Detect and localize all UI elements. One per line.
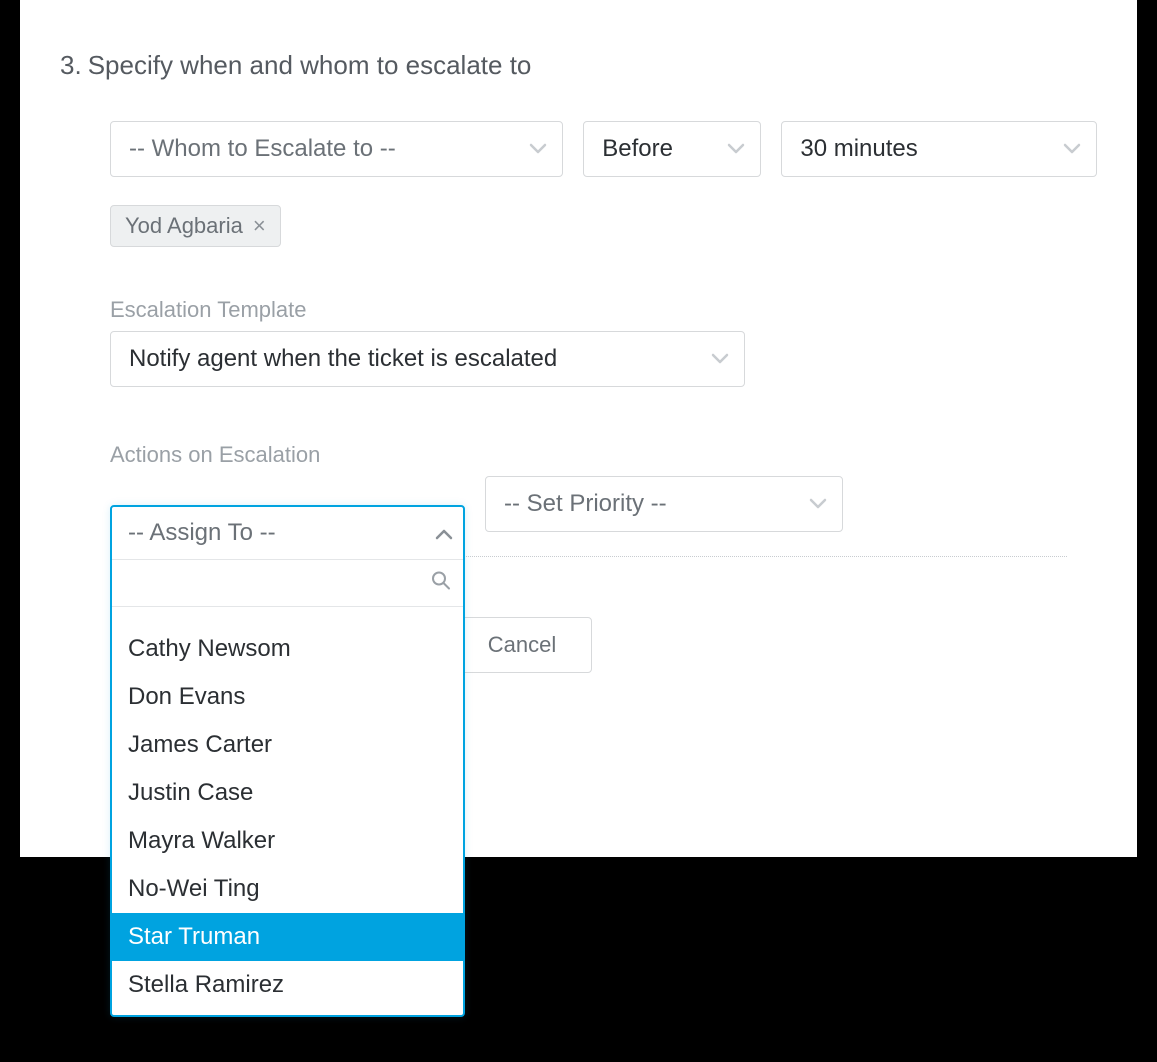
chevron-down-icon bbox=[726, 139, 746, 159]
timing-value: Before bbox=[602, 135, 673, 163]
template-label: Escalation Template bbox=[110, 297, 1097, 323]
assign-to-dropdown: -- Assign To -- Cathy NewsomDon EvansJam… bbox=[110, 505, 465, 1017]
escalate-row: -- Whom to Escalate to -- Before 30 minu… bbox=[110, 121, 1097, 177]
assign-to-placeholder: -- Assign To -- bbox=[128, 519, 276, 547]
chevron-down-icon bbox=[528, 139, 548, 159]
dropdown-search-row bbox=[112, 559, 463, 607]
duration-select[interactable]: 30 minutes bbox=[781, 121, 1097, 177]
escalatee-chip: Yod Agbaria × bbox=[110, 205, 281, 247]
selected-escalatees: Yod Agbaria × bbox=[110, 205, 1097, 247]
dropdown-option[interactable]: Cathy Newsom bbox=[112, 625, 463, 673]
actions-label: Actions on Escalation bbox=[110, 442, 1097, 468]
escalation-template-value: Notify agent when the ticket is escalate… bbox=[129, 345, 557, 373]
search-icon bbox=[431, 571, 451, 596]
dropdown-option[interactable]: James Carter bbox=[112, 721, 463, 769]
whom-to-escalate-select[interactable]: -- Whom to Escalate to -- bbox=[110, 121, 563, 177]
remove-chip-icon[interactable]: × bbox=[253, 215, 266, 237]
step-heading: 3.Specify when and whom to escalate to bbox=[60, 50, 1097, 81]
whom-to-escalate-placeholder: -- Whom to Escalate to -- bbox=[129, 135, 396, 163]
assign-to-select-header[interactable]: -- Assign To -- bbox=[112, 507, 463, 559]
set-priority-select[interactable]: -- Set Priority -- bbox=[485, 476, 843, 532]
set-priority-placeholder: -- Set Priority -- bbox=[504, 490, 667, 518]
dropdown-option[interactable]: Don Evans bbox=[112, 673, 463, 721]
timing-select[interactable]: Before bbox=[583, 121, 761, 177]
chevron-up-icon bbox=[435, 519, 453, 547]
assign-to-select-open[interactable]: -- Assign To -- Cathy NewsomDon EvansJam… bbox=[110, 505, 465, 1017]
escalatee-chip-label: Yod Agbaria bbox=[125, 213, 243, 239]
duration-value: 30 minutes bbox=[800, 135, 917, 163]
dropdown-option-list: Cathy NewsomDon EvansJames CarterJustin … bbox=[112, 607, 463, 1015]
escalation-template-select[interactable]: Notify agent when the ticket is escalate… bbox=[110, 331, 745, 387]
dropdown-option[interactable]: Mayra Walker bbox=[112, 817, 463, 865]
step-title: Specify when and whom to escalate to bbox=[88, 50, 532, 80]
dropdown-option[interactable]: Star Truman bbox=[112, 913, 463, 961]
dropdown-option[interactable]: Stella Ramirez bbox=[112, 961, 463, 1009]
template-row: Notify agent when the ticket is escalate… bbox=[110, 331, 1097, 387]
chevron-down-icon bbox=[808, 494, 828, 514]
dropdown-search-input[interactable] bbox=[128, 572, 451, 595]
cancel-button-label: Cancel bbox=[488, 632, 556, 658]
chevron-down-icon bbox=[1062, 139, 1082, 159]
chevron-down-icon bbox=[710, 349, 730, 369]
dropdown-option[interactable]: No-Wei Ting bbox=[112, 865, 463, 913]
dropdown-option[interactable]: Justin Case bbox=[112, 769, 463, 817]
step-number: 3. bbox=[60, 50, 82, 80]
cancel-button[interactable]: Cancel bbox=[452, 617, 592, 673]
